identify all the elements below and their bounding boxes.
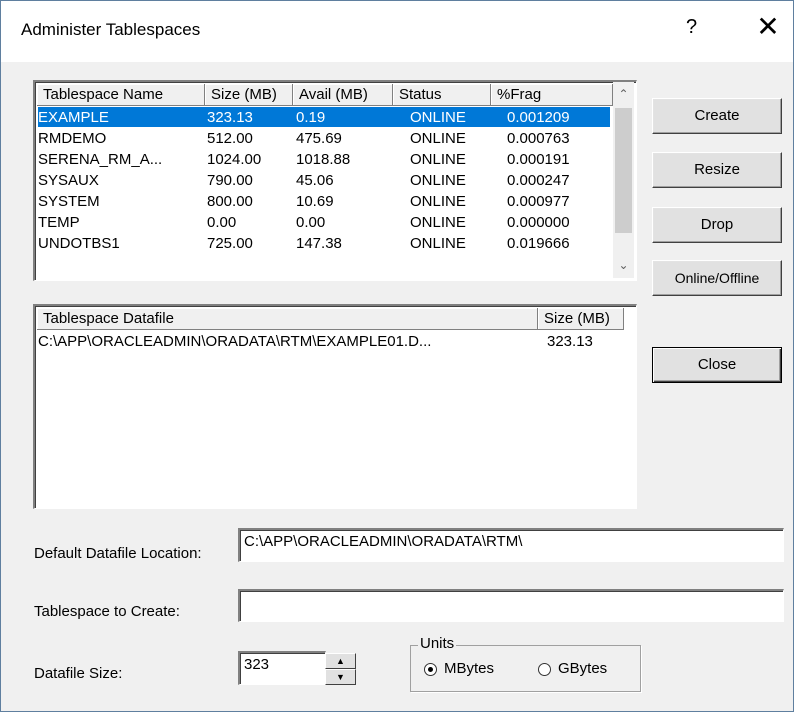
cell-status: ONLINE bbox=[410, 214, 466, 231]
spin-down-icon[interactable]: ▼ bbox=[325, 669, 356, 685]
cell-status: ONLINE bbox=[410, 172, 466, 189]
gbytes-radio[interactable] bbox=[538, 663, 551, 676]
window-close-button[interactable]: ✕ bbox=[752, 10, 784, 44]
spin-up-icon[interactable]: ▲ bbox=[325, 653, 356, 669]
cell-avail: 147.38 bbox=[296, 235, 342, 252]
tablespace-scrollbar[interactable]: ⌃ ⌄ bbox=[613, 82, 634, 278]
cell-status: ONLINE bbox=[410, 151, 466, 168]
create-button[interactable]: Create bbox=[652, 98, 782, 134]
gbytes-label[interactable]: GBytes bbox=[558, 660, 607, 677]
online-offline-button[interactable]: Online/Offline bbox=[652, 260, 782, 296]
cell-size: 790.00 bbox=[207, 172, 253, 189]
datafile-size-label: Datafile Size: bbox=[34, 665, 123, 682]
column-header-name[interactable]: Tablespace Name bbox=[37, 84, 205, 106]
cell-name: SYSAUX bbox=[38, 172, 99, 189]
datafile-size-field[interactable]: 323 bbox=[238, 651, 326, 685]
cell-avail: 45.06 bbox=[296, 172, 334, 189]
datafile-size-spinner[interactable]: ▲ ▼ bbox=[325, 653, 356, 685]
column-header-datafile-size[interactable]: Size (MB) bbox=[538, 308, 624, 330]
column-header-frag[interactable]: %Frag bbox=[491, 84, 613, 106]
cell-size: 1024.00 bbox=[207, 151, 262, 168]
column-header-datafile[interactable]: Tablespace Datafile bbox=[37, 308, 538, 330]
cell-frag: 0.000247 bbox=[507, 172, 570, 189]
scroll-up-arrow-icon[interactable]: ⌃ bbox=[613, 82, 634, 106]
column-header-avail[interactable]: Avail (MB) bbox=[293, 84, 393, 106]
tablespace-to-create-field[interactable] bbox=[238, 589, 784, 622]
cell-frag: 0.000000 bbox=[507, 214, 570, 231]
cell-avail: 10.69 bbox=[296, 193, 334, 210]
help-button[interactable]: ? bbox=[686, 16, 697, 39]
cell-datafile-size: 323.13 bbox=[547, 333, 593, 350]
datafile-list[interactable]: Tablespace Datafile Size (MB) C:\APP\ORA… bbox=[33, 304, 637, 509]
window-title: Administer Tablespaces bbox=[21, 20, 201, 39]
cell-avail: 475.69 bbox=[296, 130, 342, 147]
cell-avail: 0.19 bbox=[296, 109, 326, 126]
cell-frag: 0.000763 bbox=[507, 130, 570, 147]
resize-button[interactable]: Resize bbox=[652, 152, 782, 188]
cell-frag: 0.019666 bbox=[507, 235, 570, 252]
cell-avail: 0.00 bbox=[296, 214, 326, 231]
column-header-status[interactable]: Status bbox=[393, 84, 491, 106]
cell-size: 725.00 bbox=[207, 235, 253, 252]
cell-status: ONLINE bbox=[410, 193, 466, 210]
cell-name: SERENA_RM_A... bbox=[38, 151, 163, 168]
tablespace-to-create-label: Tablespace to Create: bbox=[34, 603, 180, 620]
cell-size: 512.00 bbox=[207, 130, 253, 147]
units-legend: Units bbox=[418, 635, 457, 652]
cell-name: TEMP bbox=[38, 214, 80, 231]
cell-name: RMDEMO bbox=[38, 130, 107, 147]
radio-selected-dot-icon bbox=[428, 667, 433, 672]
default-location-label: Default Datafile Location: bbox=[34, 545, 202, 562]
close-button[interactable]: Close bbox=[652, 347, 782, 383]
cell-name: UNDOTBS1 bbox=[38, 235, 120, 252]
scroll-thumb[interactable] bbox=[615, 108, 632, 233]
cell-size: 800.00 bbox=[207, 193, 253, 210]
cell-avail: 1018.88 bbox=[296, 151, 351, 168]
cell-frag: 0.001209 bbox=[507, 109, 570, 126]
cell-status: ONLINE bbox=[410, 235, 466, 252]
cell-status: ONLINE bbox=[410, 109, 466, 126]
drop-button[interactable]: Drop bbox=[652, 207, 782, 243]
cell-status: ONLINE bbox=[410, 130, 466, 147]
cell-name: EXAMPLE bbox=[38, 109, 109, 126]
default-location-field[interactable]: C:\APP\ORACLEADMIN\ORADATA\RTM\ bbox=[238, 528, 784, 562]
tablespace-list[interactable]: Tablespace Name Size (MB) Avail (MB) Sta… bbox=[33, 80, 637, 281]
scroll-down-arrow-icon[interactable]: ⌄ bbox=[613, 253, 634, 277]
cell-datafile-path: C:\APP\ORACLEADMIN\ORADATA\RTM\EXAMPLE01… bbox=[38, 333, 432, 350]
cell-size: 0.00 bbox=[207, 214, 237, 231]
cell-frag: 0.000977 bbox=[507, 193, 570, 210]
cell-frag: 0.000191 bbox=[507, 151, 570, 168]
column-header-size[interactable]: Size (MB) bbox=[205, 84, 293, 106]
cell-name: SYSTEM bbox=[38, 193, 100, 210]
cell-size: 323.13 bbox=[207, 109, 253, 126]
mbytes-label[interactable]: MBytes bbox=[444, 660, 494, 677]
mbytes-radio[interactable] bbox=[424, 663, 437, 676]
